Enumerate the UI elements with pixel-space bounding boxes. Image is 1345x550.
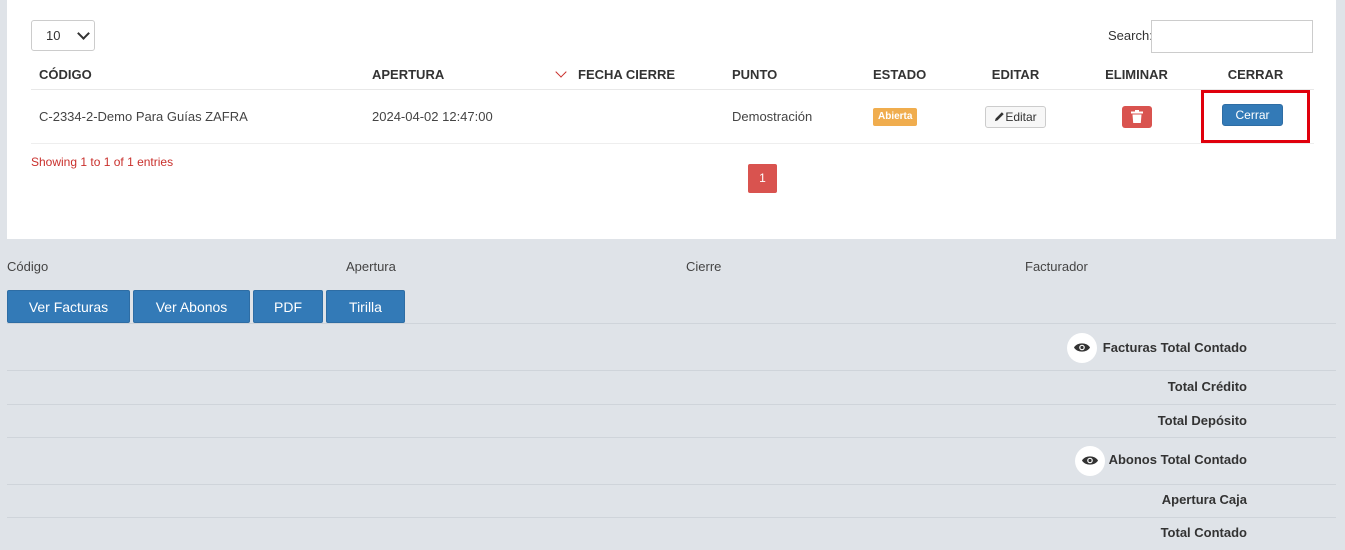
pdf-button[interactable]: PDF [253,290,323,323]
summary-facturador-label: Facturador [1025,259,1088,274]
trash-icon [1130,109,1143,123]
chevron-down-icon [77,27,90,40]
pencil-icon [995,111,1005,121]
column-header-cerrar[interactable]: CERRAR [1197,60,1314,90]
facturas-total-contado-label: Facturas Total Contado [1102,340,1247,355]
totals-panel: Facturas Total Contado Total Crédito Tot… [7,323,1336,550]
cell-punto: Demostración [724,89,865,144]
column-header-estado[interactable]: ESTADO [865,60,955,90]
column-header-codigo[interactable]: CÓDIGO [31,60,364,90]
action-button-group: Ver Facturas Ver Abonos PDF Tirilla [7,290,405,323]
edit-button[interactable]: Editar [985,105,1046,128]
sort-desc-icon [555,66,567,78]
status-badge: Abierta [873,108,918,126]
eye-icon [1074,343,1090,352]
totals-row-apertura-caja: Apertura Caja [7,484,1336,517]
column-header-apertura-label: APERTURA [372,67,445,82]
cell-apertura: 2024-04-02 12:47:00 [364,89,570,144]
search-label: Search: [1108,28,1153,43]
cell-estado: Abierta [865,89,955,144]
cell-eliminar [1076,89,1197,144]
column-header-apertura[interactable]: APERTURA [364,60,570,90]
totals-row-total-contado: Total Contado [7,517,1336,550]
highlight-box: Cerrar [1201,90,1310,143]
table-row: C-2334-2-Demo Para Guías ZAFRA 2024-04-0… [31,89,1314,144]
cell-cerrar: Cerrar [1197,89,1314,144]
facturas-eye-button[interactable] [1067,333,1097,363]
totals-row-credito: Total Crédito [7,370,1336,404]
ver-abonos-button[interactable]: Ver Abonos [133,290,250,323]
table-header-row: CÓDIGO APERTURA FECHA CIERRE PUNTO ESTAD… [31,60,1314,90]
column-header-editar[interactable]: EDITAR [955,60,1076,90]
cerrar-button[interactable]: Cerrar [1222,104,1283,126]
totals-row-abonos: Abonos Total Contado [7,437,1336,484]
page-length-select[interactable]: 10 [31,20,95,51]
apertura-caja-label: Apertura Caja [1161,492,1247,507]
cell-codigo: C-2334-2-Demo Para Guías ZAFRA [31,89,364,144]
summary-codigo-label: Código [7,259,49,274]
column-header-punto[interactable]: PUNTO [724,60,865,90]
summary-apertura-label: Apertura [346,259,396,274]
edit-button-label: Editar [1005,109,1037,124]
delete-button[interactable] [1121,105,1152,128]
table-info: Showing 1 to 1 of 1 entries [31,155,174,169]
cell-fecha-cierre [570,89,724,144]
cajas-table: CÓDIGO APERTURA FECHA CIERRE PUNTO ESTAD… [31,60,1314,144]
column-header-fecha-cierre[interactable]: FECHA CIERRE [570,60,724,90]
total-deposito-label: Total Depósito [1157,413,1247,428]
search-input[interactable] [1151,20,1313,53]
abonos-eye-button[interactable] [1075,446,1105,476]
tirilla-button[interactable]: Tirilla [326,290,405,323]
total-contado-label: Total Contado [1160,525,1247,540]
column-header-eliminar[interactable]: ELIMINAR [1076,60,1197,90]
page-button-1[interactable]: 1 [748,164,777,193]
totals-row-deposito: Total Depósito [7,404,1336,437]
ver-facturas-button[interactable]: Ver Facturas [7,290,130,323]
abonos-total-contado-label: Abonos Total Contado [1108,452,1247,467]
page-length-value: 10 [46,28,61,43]
eye-icon [1082,456,1098,465]
totals-row-facturas: Facturas Total Contado [7,323,1336,370]
total-credito-label: Total Crédito [1167,379,1247,394]
cell-editar: Editar [955,89,1076,144]
summary-cierre-label: Cierre [686,259,722,274]
